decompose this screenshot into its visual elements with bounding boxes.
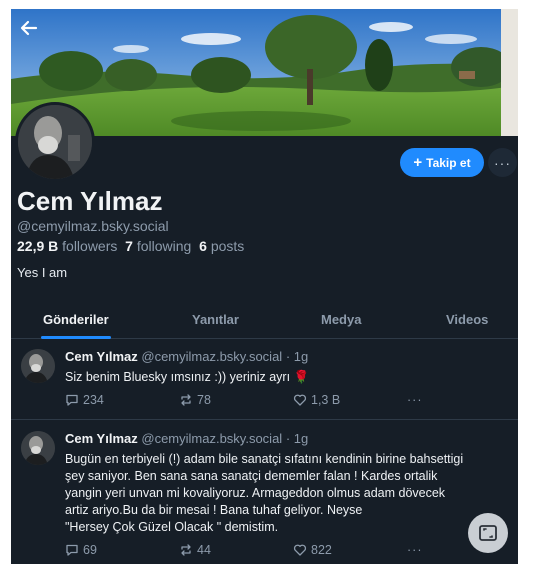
image-toggle-button[interactable] [468,513,508,553]
more-icon: ··· [494,154,511,171]
post-text: Bugün en terbiyeli (!) adam bile sanatçi… [65,451,505,536]
repost-button[interactable]: 78 [179,393,211,407]
more-icon: ··· [407,543,423,557]
plus-icon: + [413,154,423,171]
profile-banner[interactable] [11,9,518,136]
profile-avatar[interactable] [15,102,95,182]
like-count: 822 [311,543,332,557]
post-separator: · [285,431,291,446]
repost-button[interactable]: 44 [179,543,211,557]
banner-image [11,9,518,136]
post-text-line: "Hersey Çok Güzel Olacak " demistim. [65,520,279,534]
post-item[interactable]: Cem Yılmaz @cemyilmaz.bsky.social · 1g B… [11,421,518,564]
posts-label: posts [210,238,245,254]
post-time[interactable]: 1g [294,349,308,364]
like-button[interactable]: 1,3 B [293,393,340,407]
post-text-line: şey saniyor. Ben sana sana sanatçi demem… [65,469,438,483]
profile-stats: 22,9 B followers 7 following 6 posts [17,238,244,254]
more-icon: ··· [407,393,423,407]
repost-icon [181,394,191,406]
reply-button[interactable]: 69 [65,543,97,557]
post-time[interactable]: 1g [294,431,308,446]
profile-screen: + Takip et ··· Cem Yılmaz @cemyilmaz.bsk… [11,9,518,564]
post-text: Siz benim Bluesky ımsınız :)) yeriniz ay… [65,370,310,384]
like-icon [293,544,307,556]
back-button[interactable] [16,15,42,41]
profile-bio: Yes I am [17,265,68,280]
post-handle[interactable]: @cemyilmaz.bsky.social [141,349,282,364]
like-button[interactable]: 822 [293,543,332,557]
profile-tabs: Gönderiler Yanıtlar Medya Videos [11,299,518,339]
post-header: Cem Yılmaz @cemyilmaz.bsky.social · 1g [65,349,308,364]
post-handle[interactable]: @cemyilmaz.bsky.social [141,431,282,446]
tab-posts[interactable]: Gönderiler [43,299,109,339]
repost-icon [181,544,191,556]
post-author[interactable]: Cem Yılmaz [65,349,138,364]
posts-count: 6 [199,238,207,254]
post-actions: 234 78 1,3 B ··· [65,393,485,411]
profile-handle: @cemyilmaz.bsky.social [17,218,169,234]
reply-icon [66,394,78,406]
post-avatar-photo [21,431,55,465]
post-avatar[interactable] [21,431,55,465]
profile-more-button[interactable]: ··· [488,148,517,177]
post-more-button[interactable]: ··· [407,543,423,557]
post-avatar[interactable] [21,349,55,383]
active-tab-indicator [41,336,111,339]
reply-icon [66,544,78,556]
followers-label: followers [62,238,118,254]
repost-count: 44 [197,543,211,557]
image-icon [479,525,497,541]
reply-button[interactable]: 234 [65,393,104,407]
posts-stat: 6 posts [199,238,244,254]
post-more-button[interactable]: ··· [407,393,423,407]
reply-count: 234 [83,393,104,407]
post-actions: 69 44 822 ··· [65,543,485,561]
like-count: 1,3 B [311,393,341,407]
profile-display-name: Cem Yılmaz [17,186,163,216]
post-avatar-photo [21,349,55,383]
following-label: following [136,238,192,254]
post-text-line: artiz ariyo.Bu da bir mesai ! Bana tuhaf… [65,503,363,517]
follow-button[interactable]: + Takip et [400,148,484,177]
post-text-line: Bugün en terbiyeli (!) adam bile sanatçi… [65,452,464,466]
post-header: Cem Yılmaz @cemyilmaz.bsky.social · 1g [65,431,308,446]
followers-link[interactable]: 22,9 B followers [17,238,117,254]
post-separator: · [285,349,291,364]
post-item[interactable]: Cem Yılmaz @cemyilmaz.bsky.social · 1g S… [11,340,518,420]
tab-videos[interactable]: Videos [446,299,488,339]
following-link[interactable]: 7 following [125,238,191,254]
repost-count: 78 [197,393,211,407]
avatar-photo [18,105,92,179]
post-author[interactable]: Cem Yılmaz [65,431,138,446]
reply-count: 69 [83,543,97,557]
following-count: 7 [125,238,133,254]
tab-replies[interactable]: Yanıtlar [192,299,239,339]
followers-count: 22,9 B [17,238,59,254]
tab-media[interactable]: Medya [321,299,361,339]
back-arrow-icon [20,20,38,36]
follow-button-label: Takip et [426,155,471,170]
post-text-line: yangin yeri unvan mi kovaliyoruz. Armage… [65,486,446,500]
like-icon [293,394,307,406]
